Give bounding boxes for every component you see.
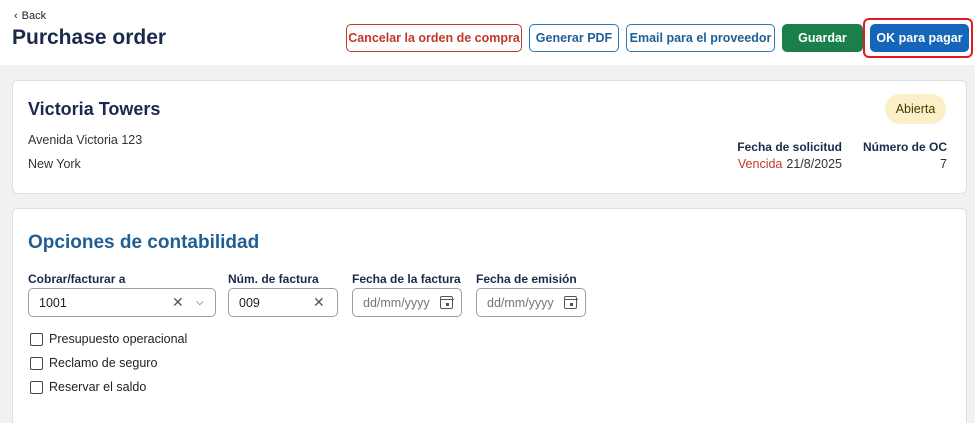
invoice-date-input[interactable]: dd/mm/yyyy (352, 288, 462, 317)
address-line-1: Avenida Victoria 123 (28, 133, 143, 147)
back-label: Back (21, 10, 47, 22)
top-bar: ‹ Back Purchase order Cancelar la orden … (0, 0, 975, 65)
checkbox-insurance-claim[interactable]: Reclamo de seguro (30, 356, 157, 370)
chevron-down-icon[interactable]: ⌵ (196, 297, 204, 308)
property-name: Victoria Towers (28, 99, 161, 119)
back-link[interactable]: ‹ Back (14, 10, 46, 22)
bill-to-select[interactable]: 1001 ✕ ⌵ (28, 288, 216, 317)
invoice-number-value: 009 (239, 295, 260, 310)
checkbox-reserve-balance[interactable]: Reservar el saldo (30, 380, 146, 394)
bill-to-value: 1001 (39, 295, 67, 310)
checkbox-label: Reclamo de seguro (49, 356, 158, 370)
po-number-value: 7 (940, 157, 947, 171)
invoice-date-placeholder: dd/mm/yyyy (363, 295, 430, 310)
request-date-label: Fecha de solicitud (737, 140, 842, 154)
invoice-date-label: Fecha de la factura (352, 272, 461, 286)
section-title: Opciones de contabilidad (28, 232, 260, 253)
ok-to-pay-button[interactable]: OK para pagar (870, 24, 969, 52)
property-card: Victoria Towers Avenida Victoria 123 New… (12, 80, 967, 194)
request-date: 21/8/2025 (786, 157, 842, 171)
issue-date-input[interactable]: dd/mm/yyyy (476, 288, 586, 317)
issue-date-label: Fecha de emisión (476, 272, 577, 286)
email-vendor-button[interactable]: Email para el proveedor (626, 24, 775, 52)
checkbox[interactable] (30, 332, 43, 346)
clear-icon[interactable]: ✕ (313, 294, 325, 311)
issue-date-placeholder: dd/mm/yyyy (487, 295, 554, 310)
status-badge: Abierta (885, 94, 946, 124)
accounting-card: Opciones de contabilidad Cobrar/facturar… (12, 208, 967, 423)
calendar-icon[interactable] (563, 296, 578, 309)
cancel-order-button[interactable]: Cancelar la orden de compra (346, 24, 522, 52)
checkbox-operating-budget[interactable]: Presupuesto operacional (30, 332, 187, 346)
checkbox-label: Reservar el saldo (49, 380, 147, 394)
clear-icon[interactable]: ✕ (172, 294, 184, 311)
invoice-number-input[interactable]: 009 ✕ (228, 288, 338, 317)
chevron-left-icon: ‹ (14, 9, 18, 22)
checkbox[interactable] (30, 356, 43, 370)
generate-pdf-button[interactable]: Generar PDF (529, 24, 619, 52)
overdue-label: Vencida (737, 157, 783, 171)
checkbox[interactable] (30, 380, 43, 394)
calendar-icon[interactable] (439, 296, 454, 309)
page-title: Purchase order (12, 26, 167, 49)
checkbox-label: Presupuesto operacional (49, 332, 188, 346)
bill-to-label: Cobrar/facturar a (28, 272, 126, 286)
save-button[interactable]: Guardar (782, 24, 863, 52)
request-date-value: Vencida 21/8/2025 (713, 157, 842, 171)
address-line-2: New York (28, 157, 81, 171)
invoice-number-label: Núm. de factura (228, 272, 319, 286)
po-number-label: Número de OC (863, 140, 948, 154)
